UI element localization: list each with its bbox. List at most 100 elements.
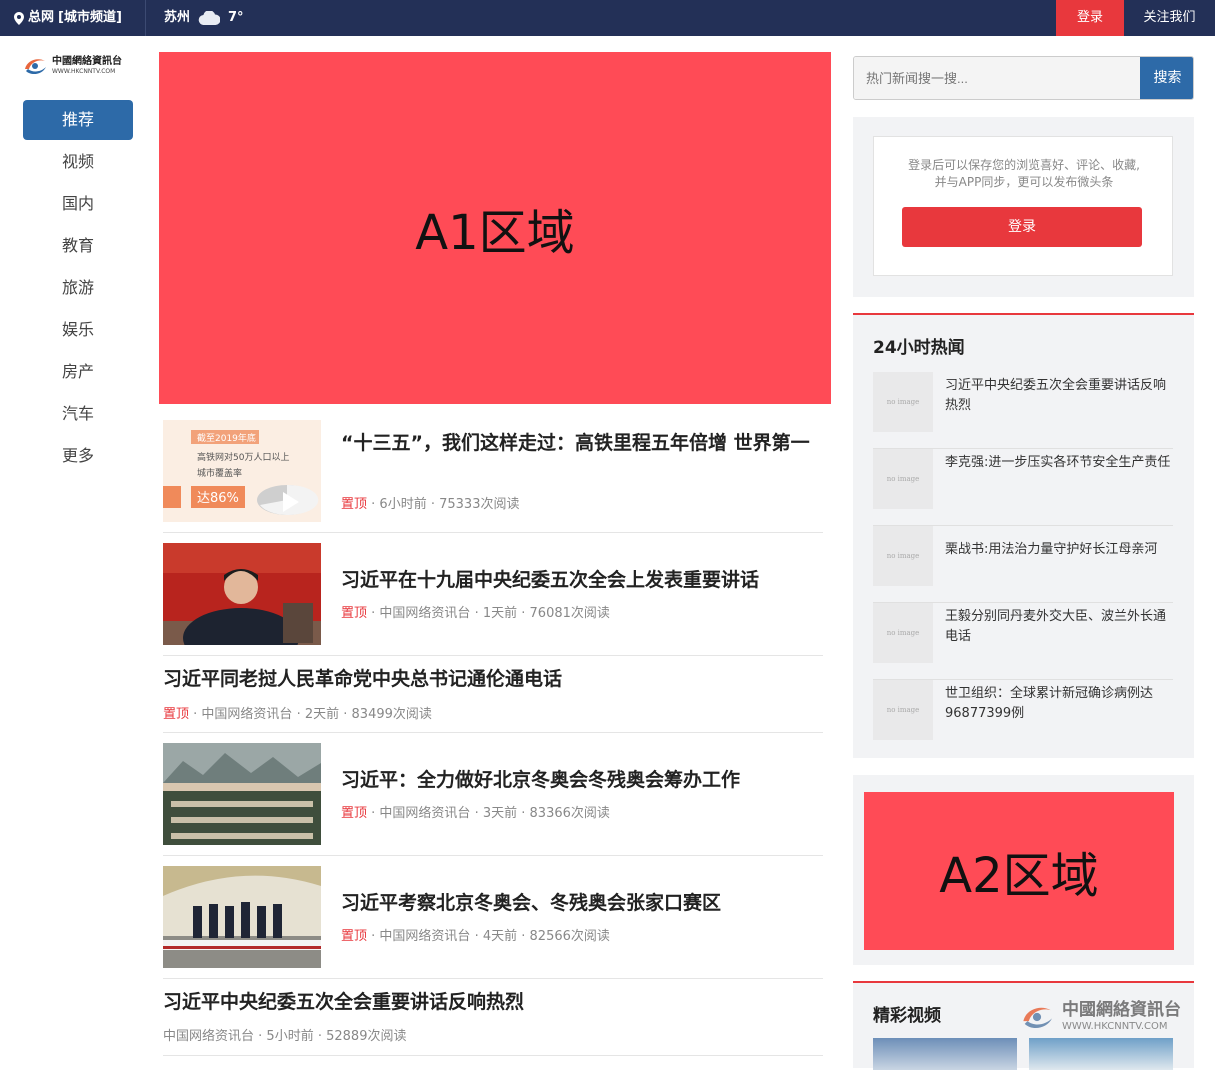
hot-news-title[interactable]: 李克强:进一步压实各环节安全生产责任 [945, 453, 1173, 473]
login-panel: 登录后可以保存您的浏览喜好、评论、收藏, 并与APP同步，更可以发布微头条 登录 [853, 117, 1194, 297]
hot-news-item[interactable]: no image 栗战书:用法治力量守护好长江母亲河 [873, 526, 1173, 603]
video-thumbnail[interactable] [873, 1038, 1017, 1070]
thumb-line-1: 截至2019年底 [197, 432, 256, 444]
search-box: 搜索 [853, 56, 1194, 100]
no-image-placeholder: no image [873, 680, 933, 740]
news-title[interactable]: 习近平：全力做好北京冬奥会冬残奥会筹办工作 [341, 767, 811, 793]
location-pin-icon [14, 11, 24, 25]
news-meta: 置顶 · 中国网络资讯台 · 3天前 · 83366次阅读 [341, 806, 610, 821]
news-time: 2天前 [304, 707, 340, 722]
ad-a2-container: A2区域 [853, 775, 1194, 965]
top-login-button[interactable]: 登录 [1056, 0, 1124, 36]
nav-item-education[interactable]: 教育 [23, 225, 133, 267]
watermark-url: WWW.HKCNNTV.COM [1062, 1021, 1168, 1032]
hot-news-item[interactable]: no image 李克强:进一步压实各环节安全生产责任 [873, 449, 1173, 526]
nav-item-recommend[interactable]: 推荐 [23, 100, 133, 140]
hot-news-title[interactable]: 世卫组织：全球累计新冠确诊病例达96877399例 [945, 684, 1173, 724]
news-title[interactable]: 习近平中央纪委五次全会重要讲话反响热烈 [163, 989, 813, 1015]
search-input[interactable] [854, 57, 1140, 99]
news-source: 中国网络资讯台 [379, 929, 471, 944]
logo-name: 中國網絡資訊台 [52, 56, 122, 67]
nav-item-video[interactable]: 视频 [23, 141, 133, 183]
news-thumbnail[interactable] [163, 866, 321, 968]
news-title[interactable]: 习近平同老挝人民革命党中央总书记通伦通电话 [163, 666, 813, 692]
news-time: 1天前 [482, 606, 518, 621]
hot-news-panel: 24小时热闻 no image 习近平中央纪委五次全会重要讲话反响热烈 no i… [853, 313, 1194, 758]
news-title[interactable]: 习近平考察北京冬奥会、冬残奥会张家口赛区 [341, 890, 811, 916]
news-item[interactable]: 习近平考察北京冬奥会、冬残奥会张家口赛区 置顶 · 中国网络资讯台 · 4天前 … [163, 856, 823, 979]
video-thumbnail[interactable] [1029, 1038, 1173, 1070]
news-title[interactable]: 习近平在十九届中央纪委五次全会上发表重要讲话 [341, 567, 811, 593]
nav-item-more[interactable]: 更多 [23, 435, 133, 477]
cloud-icon [198, 11, 221, 25]
nav-item-domestic[interactable]: 国内 [23, 183, 133, 225]
search-button[interactable]: 搜索 [1140, 57, 1193, 99]
news-reads: 75333次阅读 [439, 497, 520, 512]
nav-item-realestate[interactable]: 房产 [23, 351, 133, 393]
login-description: 登录后可以保存您的浏览喜好、评论、收藏, 并与APP同步，更可以发布微头条 [874, 157, 1174, 191]
news-meta: 置顶 · 中国网络资讯台 · 2天前 · 83499次阅读 [163, 707, 432, 722]
top-bar: 总网 [城市频道] 苏州 7° 登录 关注我们 [0, 0, 1215, 36]
news-item[interactable]: 习近平：全力做好北京冬奥会冬残奥会筹办工作 置顶 · 中国网络资讯台 · 3天前… [163, 733, 823, 856]
news-time: 3天前 [482, 806, 518, 821]
news-title[interactable]: “十三五”，我们这样走过：高铁里程五年倍增 世界第一 [341, 430, 811, 456]
news-reads: 83366次阅读 [529, 806, 610, 821]
hot-news-heading: 24小时热闻 [873, 338, 965, 358]
site-logo[interactable]: 中國網絡資訊台 WWW.HKCNNTV.COM [22, 52, 137, 80]
watermark-logo-icon [1023, 1007, 1052, 1028]
pinned-badge: 置顶 [341, 929, 368, 944]
nav-item-entertainment[interactable]: 娱乐 [23, 309, 133, 351]
nav-item-auto[interactable]: 汽车 [23, 393, 133, 435]
news-thumbnail[interactable] [163, 743, 321, 845]
speech-photo [163, 543, 321, 645]
nav-item-travel[interactable]: 旅游 [23, 267, 133, 309]
meeting-photo [163, 743, 321, 845]
location-label: 总网 [28, 10, 55, 25]
news-meta: 置顶 · 中国网络资讯台 · 4天前 · 82566次阅读 [341, 929, 610, 944]
watermark: 中國網絡資訊台 WWW.HKCNNTV.COM [1018, 1002, 1181, 1032]
channel-nav: 推荐 视频 国内 教育 旅游 娱乐 房产 汽车 更多 [23, 100, 133, 477]
location-selector[interactable]: 总网 [城市频道] [14, 0, 122, 36]
ad-banner-a2[interactable]: A2区域 [864, 792, 1174, 950]
news-time: 6小时前 [379, 497, 427, 512]
watermark-name: 中國網絡資訊台 [1062, 1000, 1181, 1020]
divider [145, 0, 146, 36]
login-button[interactable]: 登录 [902, 207, 1142, 247]
video-heading: 精彩视频 [873, 1006, 941, 1026]
ad-banner-a1[interactable]: A1区域 [159, 52, 831, 404]
news-item[interactable]: 习近平同老挝人民革命党中央总书记通伦通电话 置顶 · 中国网络资讯台 · 2天前… [163, 656, 823, 733]
login-desc-line-2: 并与APP同步，更可以发布微头条 [934, 175, 1114, 189]
news-meta: 置顶 · 6小时前 · 75333次阅读 [341, 497, 520, 512]
news-reads: 52889次阅读 [326, 1029, 407, 1044]
news-item[interactable]: 截至2019年底 高铁网对50万人口以上 城市覆盖率 达86% “十三五”，我们… [163, 418, 823, 533]
weather-widget: 苏州 7° [164, 0, 244, 36]
login-desc-line-1: 登录后可以保存您的浏览喜好、评论、收藏, [908, 158, 1140, 172]
train-station-photo [163, 866, 321, 968]
news-thumbnail[interactable]: 截至2019年底 高铁网对50万人口以上 城市覆盖率 达86% [163, 420, 321, 522]
no-image-placeholder: no image [873, 603, 933, 663]
news-thumbnail[interactable] [163, 543, 321, 645]
pinned-badge: 置顶 [163, 707, 190, 722]
city-channel-link[interactable]: [城市频道] [58, 0, 122, 36]
news-source: 中国网络资讯台 [163, 1029, 255, 1044]
news-item[interactable]: 习近平中央纪委五次全会重要讲话反响热烈 中国网络资讯台 · 5小时前 · 528… [163, 979, 823, 1056]
news-meta: 中国网络资讯台 · 5小时前 · 52889次阅读 [163, 1029, 407, 1044]
hot-news-title[interactable]: 王毅分别同丹麦外交大臣、波兰外长通电话 [945, 607, 1173, 647]
thumb-percent: 达86% [197, 491, 239, 506]
hot-news-item[interactable]: no image 王毅分别同丹麦外交大臣、波兰外长通电话 [873, 603, 1173, 680]
news-source: 中国网络资讯台 [379, 606, 471, 621]
hot-news-item[interactable]: no image 习近平中央纪委五次全会重要讲话反响热烈 [873, 372, 1173, 449]
logo-url: WWW.HKCNNTV.COM [52, 68, 116, 75]
login-card: 登录后可以保存您的浏览喜好、评论、收藏, 并与APP同步，更可以发布微头条 登录 [873, 136, 1173, 276]
pinned-badge: 置顶 [341, 606, 368, 621]
follow-us-link[interactable]: 关注我们 [1124, 0, 1215, 36]
news-time: 5小时前 [266, 1029, 314, 1044]
temperature: 7° [228, 10, 244, 25]
hot-news-item[interactable]: no image 世卫组织：全球累计新冠确诊病例达96877399例 [873, 680, 1173, 757]
no-image-placeholder: no image [873, 526, 933, 586]
hot-news-title[interactable]: 习近平中央纪委五次全会重要讲话反响热烈 [945, 376, 1173, 416]
news-item[interactable]: 习近平在十九届中央纪委五次全会上发表重要讲话 置顶 · 中国网络资讯台 · 1天… [163, 533, 823, 656]
no-image-placeholder: no image [873, 372, 933, 432]
hot-news-title[interactable]: 栗战书:用法治力量守护好长江母亲河 [945, 540, 1173, 560]
city-name: 苏州 [164, 10, 191, 25]
